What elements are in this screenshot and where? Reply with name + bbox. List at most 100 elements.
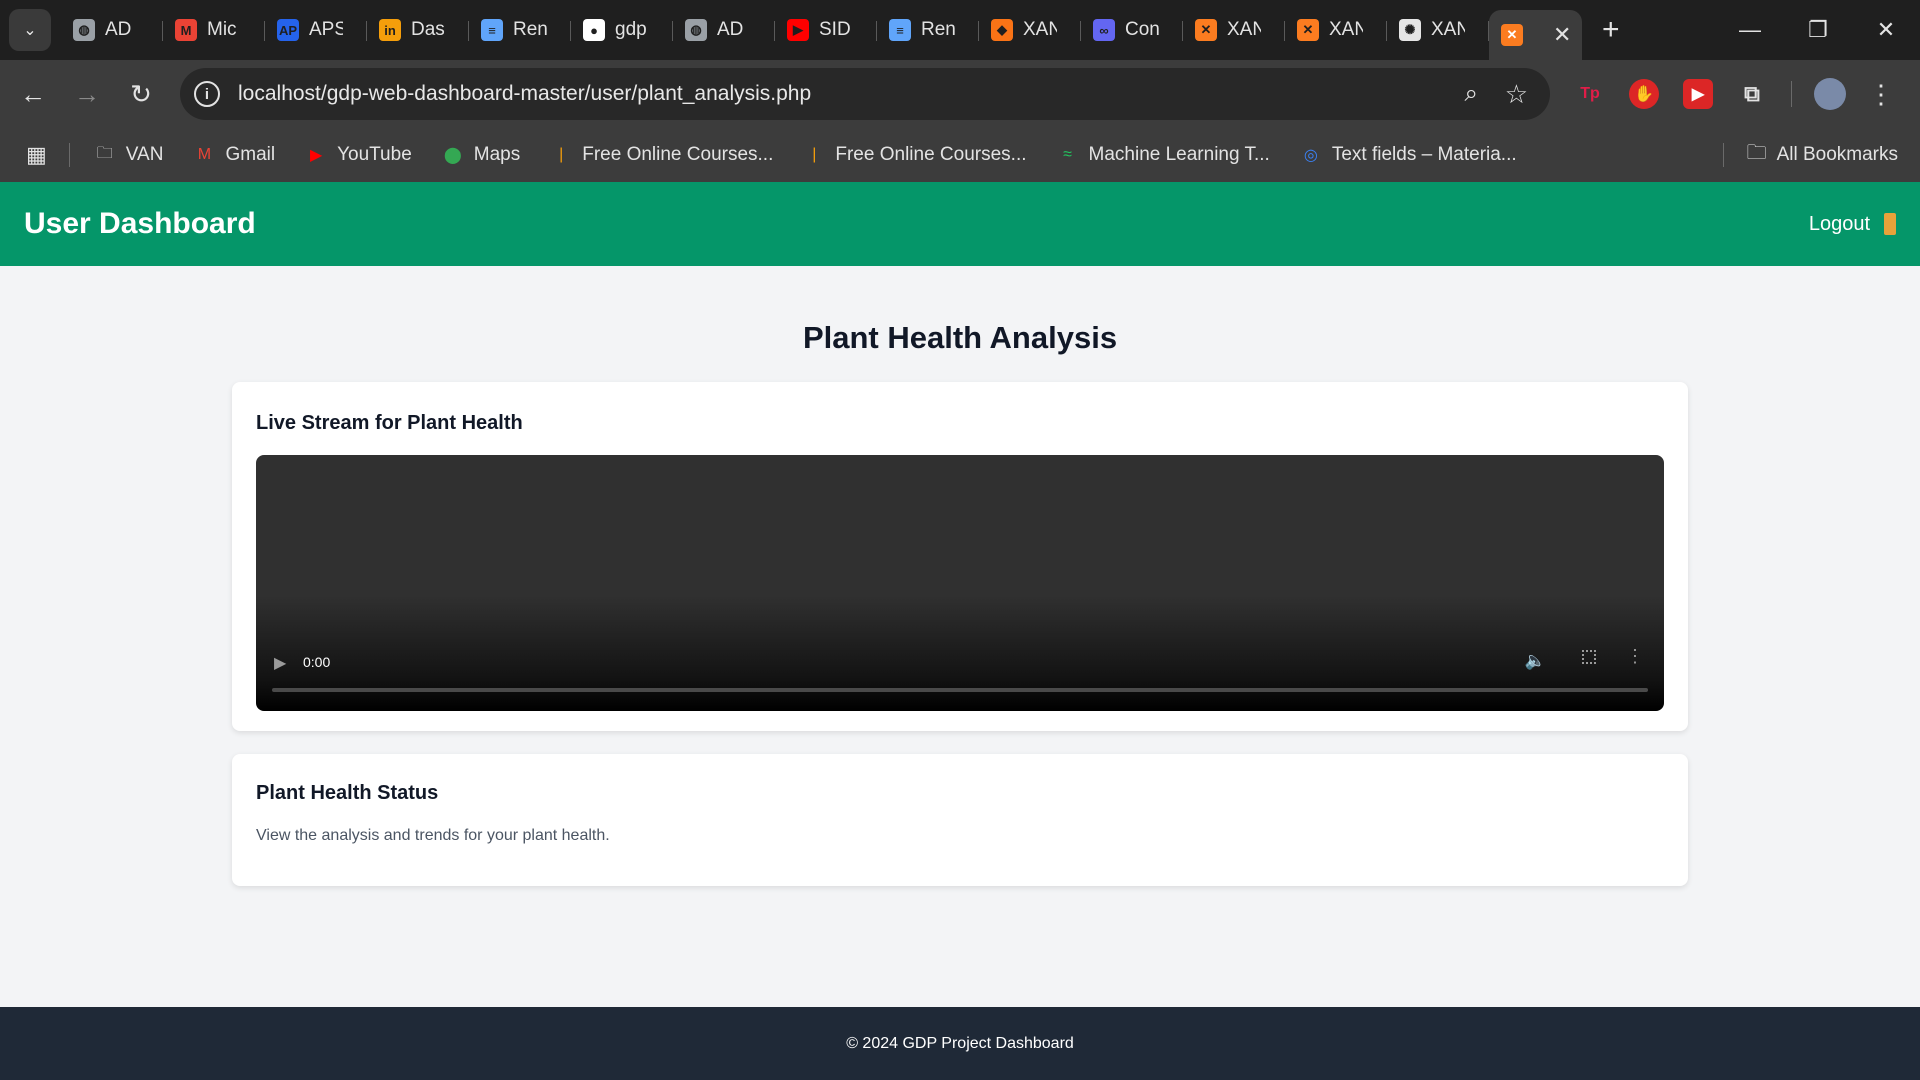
close-tab-icon[interactable]: ✕ [1553,22,1571,48]
reload-button[interactable]: ↻ [114,79,168,110]
all-bookmarks-label: All Bookmarks [1776,144,1898,165]
door-icon [1884,213,1896,235]
bookmark-item[interactable]: 🗀 VAN [94,144,164,166]
bookmark-label: Free Online Courses... [835,144,1027,165]
bookmark-label: YouTube [337,144,412,165]
gmail-icon: M [197,146,212,163]
tab[interactable]: ∞ Con [1081,0,1183,60]
tab[interactable]: ◍ AD [673,0,775,60]
browser-toolbar: ← → ↻ i localhost/gdp-web-dashboard-mast… [0,60,1920,128]
video-extension-icon[interactable]: ▶ [1683,79,1713,109]
course-icon: | [559,146,564,163]
diamond-icon: ◆ [991,19,1013,41]
puzzle-icon[interactable]: ⧉ [1737,79,1767,109]
bookmark-star-icon[interactable]: ☆ [1505,79,1528,110]
play-icon[interactable]: ▶ [274,653,286,673]
tab-title: XAN [1227,19,1261,40]
material-icon: ◎ [1303,147,1318,164]
page-footer: © 2024 GDP Project Dashboard [0,1007,1920,1080]
bookmark-item[interactable]: M Gmail [193,144,275,166]
back-button[interactable]: ← [6,79,60,110]
bookmark-item[interactable]: ≈ Machine Learning T... [1057,144,1270,166]
minimize-button[interactable]: — [1716,17,1784,43]
tab-list: ◍ AD M Mic AP APS in Das ≡ Ren ● gdp ◍ AD ▶ SID ≡ Ren ◆ XAN… [61,0,1489,60]
bookmark-label: Gmail [225,144,276,165]
site-info-icon[interactable]: i [194,81,220,107]
logout-button[interactable]: Logout [1809,213,1896,236]
tab[interactable]: ✕ XAN [1183,0,1285,60]
folder-icon: 🗀 [1746,142,1767,164]
tab-title: Mic [207,19,237,40]
openai-icon: ✺ [1399,19,1421,41]
tab-title: APS [309,19,343,40]
volume-icon[interactable]: 🔈 [1525,651,1546,671]
tab[interactable]: AP APS [265,0,367,60]
logout-label: Logout [1808,212,1870,235]
tab[interactable]: in Das [367,0,469,60]
tab[interactable]: ● gdp [571,0,673,60]
close-window-button[interactable]: ✕ [1852,17,1920,43]
live-stream-title: Live Stream for Plant Health [256,412,523,434]
tab[interactable]: ◆ XAN [979,0,1081,60]
bookmark-item[interactable]: | Free Online Courses... [803,144,1026,166]
tab-title: Das [411,19,445,40]
status-title: Plant Health Status [256,782,439,804]
github-icon: ● [583,19,605,41]
window-controls: — ❐ ✕ [1716,0,1920,60]
tab[interactable]: ≡ Ren [469,0,571,60]
fullscreen-icon[interactable] [1582,650,1596,664]
tab-search-button[interactable]: ⌄ [9,9,51,51]
ml-icon: ≈ [1063,146,1072,163]
new-tab-button[interactable]: + [1602,13,1620,47]
apps-grid-icon[interactable]: ▦ [26,142,47,168]
live-stream-card: Live Stream for Plant Health ▶ 0:00 🔈 ⋮ [232,382,1688,731]
menu-kebab-icon[interactable]: ⋮ [1868,79,1894,110]
bookmark-label: Machine Learning T... [1088,144,1270,165]
tab-title: AD [105,19,132,40]
tab-active[interactable]: ✕ ✕ [1489,10,1582,60]
tab[interactable]: ✕ XAN [1285,0,1387,60]
tab[interactable]: M Mic [163,0,265,60]
tp-extension-icon[interactable]: Tp [1575,79,1605,109]
video-progress-bar[interactable] [272,688,1648,692]
bookmark-item[interactable]: ◎ Text fields – Materia... [1300,144,1517,166]
bookmark-label: Free Online Courses... [582,144,774,165]
tab[interactable]: ≡ Ren [877,0,979,60]
bookmark-item[interactable]: ▶ YouTube [305,144,412,166]
maps-icon: ⬤ [443,147,462,164]
tab-title: Con [1125,19,1159,40]
tab-strip: ⌄ ◍ AD M Mic AP APS in Das ≡ Ren ● gdp ◍ AD ▶ SID ≡ Ren ◆ X… [0,0,1920,60]
chevron-down-icon: ⌄ [23,22,37,39]
globe-icon: ◍ [685,19,707,41]
xampp-icon: ✕ [1297,19,1319,41]
restore-button[interactable]: ❐ [1784,17,1852,43]
app-title: User Dashboard [24,207,256,240]
aps-icon: AP [277,19,299,41]
tab-title: AD [717,19,744,40]
more-options-icon[interactable]: ⋮ [1626,647,1644,665]
xampp-icon: ✕ [1195,19,1217,41]
page-title: Plant Health Analysis [802,320,1118,355]
tab[interactable]: ◍ AD [61,0,163,60]
bookmark-label: VAN [125,144,164,165]
bookmark-label: Maps [473,144,521,165]
address-bar[interactable]: i localhost/gdp-web-dashboard-master/use… [180,68,1550,120]
youtube-icon: ▶ [309,147,323,164]
tab[interactable]: ▶ SID [775,0,877,60]
forward-button[interactable]: → [60,79,114,110]
tab-title: gdp [615,19,647,40]
video-time: 0:00 [303,654,331,670]
stop-extension-icon[interactable]: ✋ [1629,79,1659,109]
bookmark-item[interactable]: ⬤ Maps [442,144,520,166]
url-text[interactable]: localhost/gdp-web-dashboard-master/user/… [238,82,811,106]
plant-health-status-card: Plant Health Status View the analysis an… [232,754,1688,886]
xampp-icon: ✕ [1501,24,1523,46]
video-player[interactable]: ▶ 0:00 🔈 ⋮ [256,455,1664,711]
zoom-icon[interactable]: ⌕ [1465,80,1478,108]
profile-avatar[interactable] [1814,78,1846,110]
footer-text: © 2024 GDP Project Dashboard [846,1034,1074,1052]
tab[interactable]: ✺ XAN [1387,0,1489,60]
bookmarks-bar: ▦ 🗀 VAN M Gmail ▶ YouTube ⬤ Maps | Free Online Co… [0,128,1920,182]
bookmark-item[interactable]: | Free Online Courses... [550,144,773,166]
all-bookmarks-button[interactable]: 🗀 All Bookmarks [1747,138,1898,172]
